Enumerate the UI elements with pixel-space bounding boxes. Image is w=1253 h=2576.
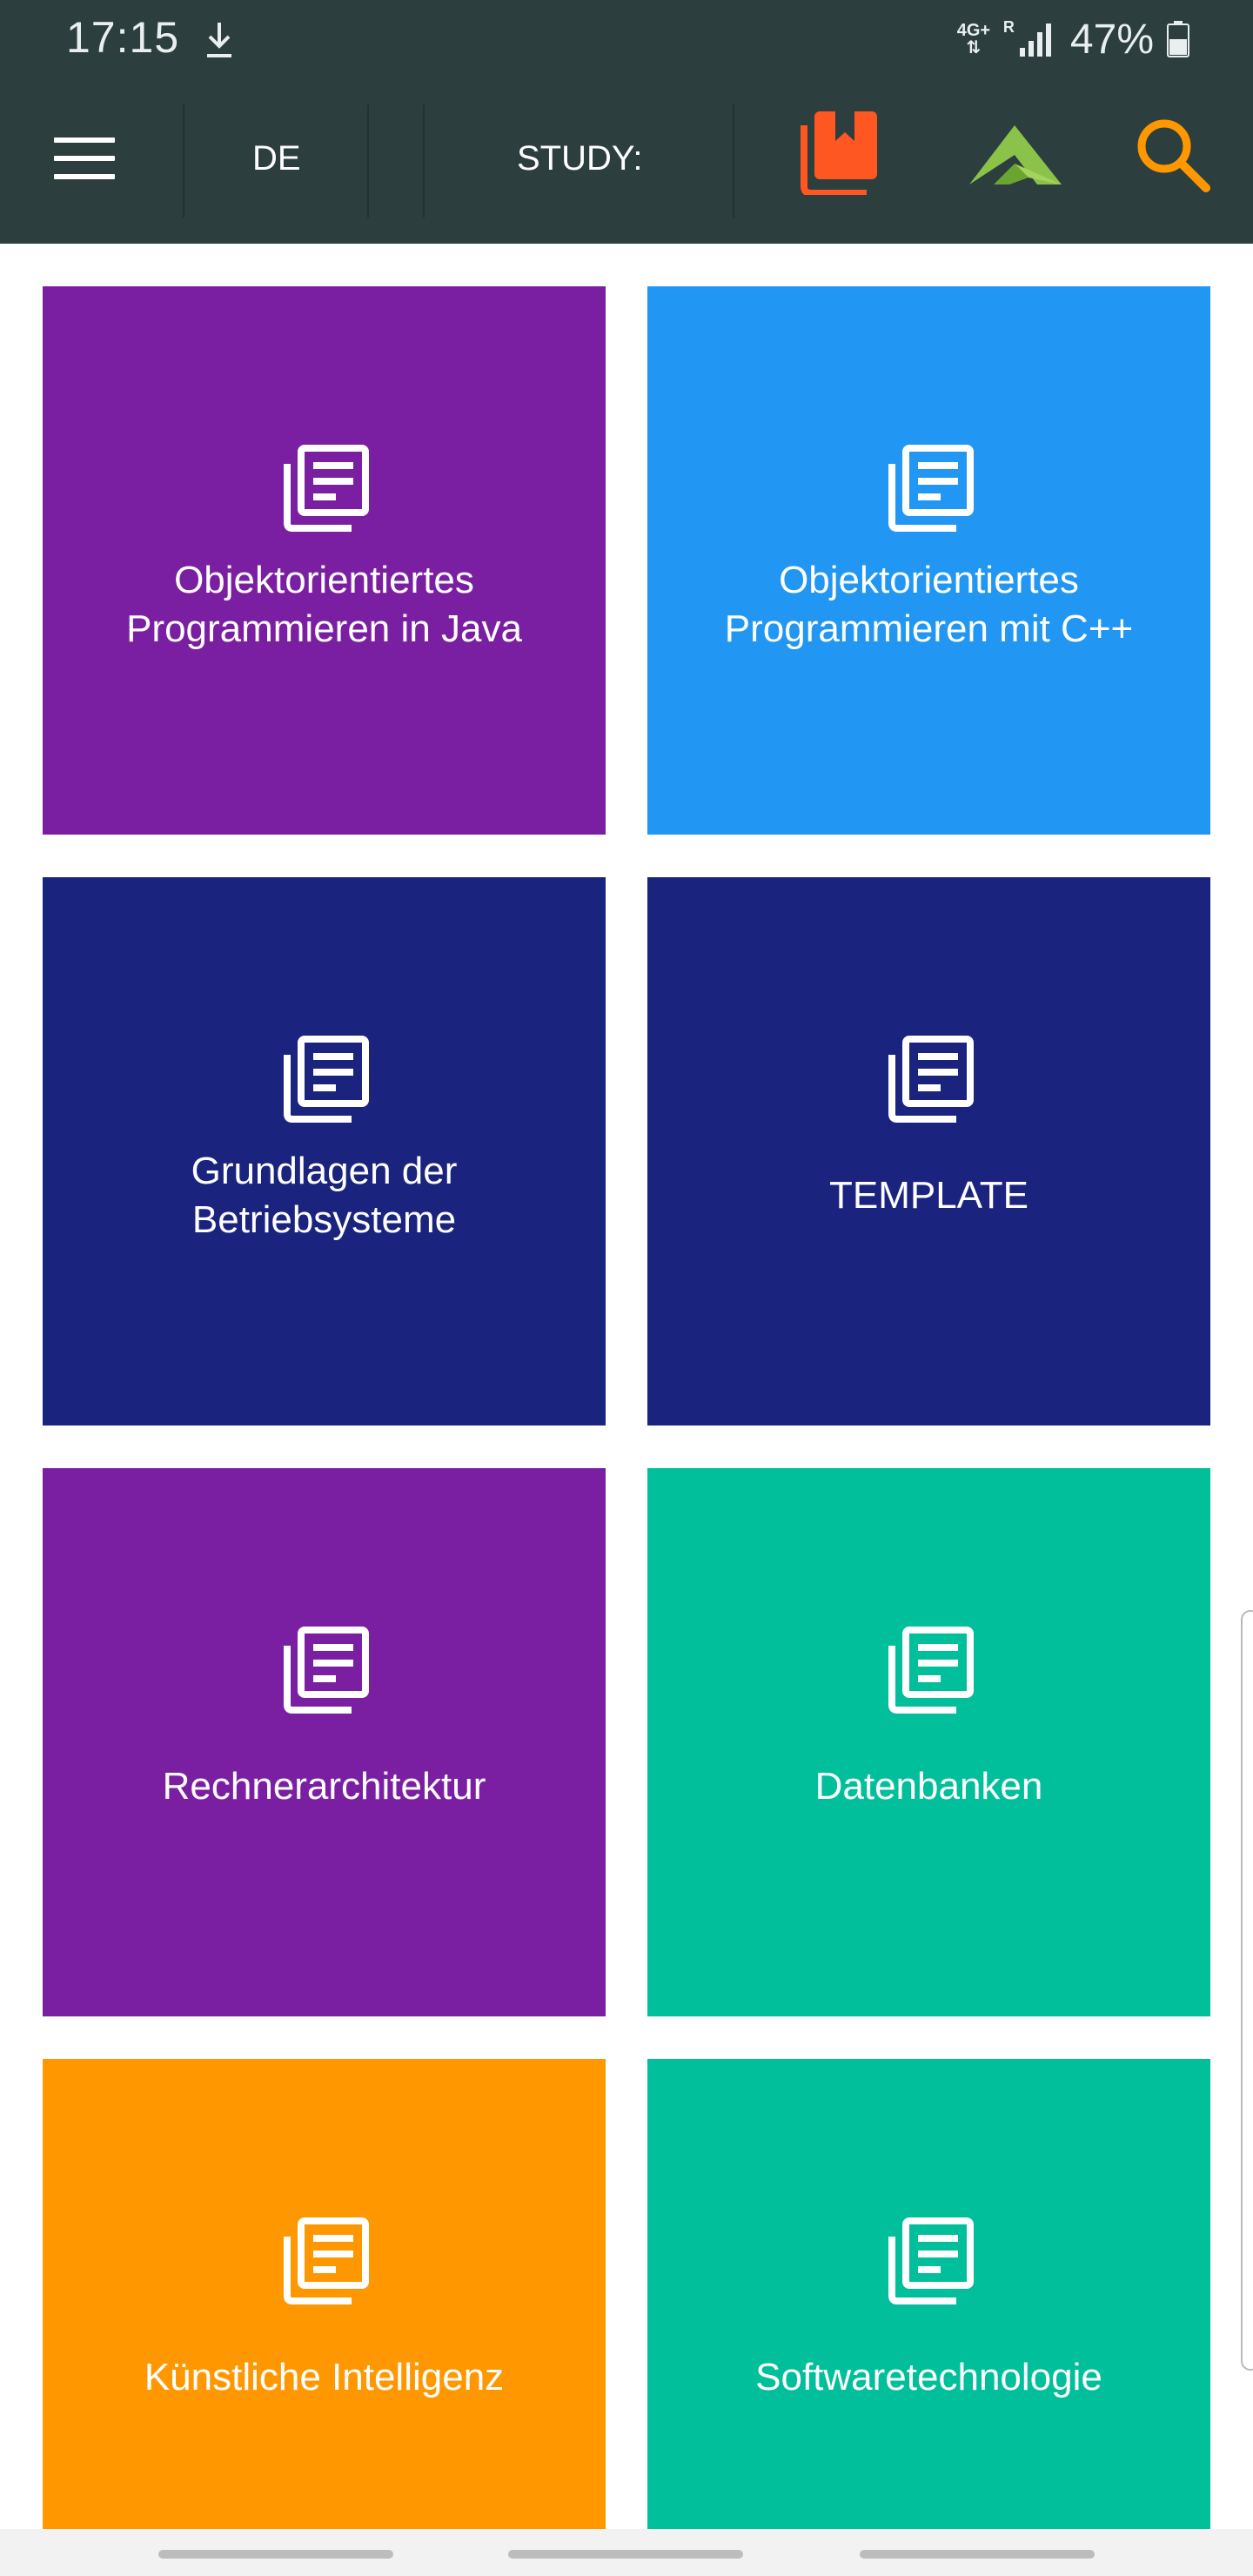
network-type: 4G+ ⇅ [956,21,991,57]
nav-home[interactable] [508,2550,743,2559]
course-title: Künstliche Intelligenz [144,2356,505,2398]
book-icon[interactable] [801,110,881,195]
language-selector[interactable]: DE [252,139,301,178]
course-title: Objektorientiertes Programmieren mit C++ [724,559,1134,650]
course-tile[interactable]: Softwaretechnologie [647,2059,1210,2529]
search-icon[interactable] [1133,115,1211,193]
course-tile[interactable]: Künstliche Intelligenz [43,2059,606,2529]
document-list-icon [888,2217,974,2304]
course-tile[interactable]: TEMPLATE [647,877,1210,1426]
app-logo-icon[interactable] [968,124,1063,188]
course-tile[interactable]: Objektorientiertes Programmieren mit C++ [647,286,1210,835]
signal-icon [1019,23,1051,57]
document-list-icon [284,1627,369,1714]
course-title: Rechnerarchitektur [162,1765,486,1808]
app-toolbar: DE STUDY: [0,78,1253,244]
document-list-icon [284,445,369,532]
course-tile[interactable]: Objektorientiertes Programmieren in Java [43,286,606,835]
scrollbar[interactable] [1241,1610,1253,2371]
course-title: Objektorientiertes Programmieren in Java [126,559,522,650]
course-title: Grundlagen der Betriebsysteme [191,1150,458,1241]
roaming-indicator: R [1002,17,1015,36]
status-bar: 17:15 4G+ ⇅ R 47% [0,0,1253,78]
toolbar-divider [183,104,184,218]
course-tile[interactable]: Grundlagen der Betriebsysteme [43,877,606,1426]
navigation-bar [0,2529,1253,2576]
document-list-icon [888,1036,974,1123]
status-right: 4G+ ⇅ R 47% [956,9,1190,70]
menu-icon[interactable] [54,138,115,183]
toolbar-divider [367,104,369,218]
course-title: Datenbanken [814,1765,1043,1808]
course-tile[interactable]: Datenbanken [647,1468,1210,2016]
course-tile[interactable]: Rechnerarchitektur [43,1468,606,2016]
document-list-icon [284,1036,369,1123]
toolbar-divider [423,104,425,218]
course-title: TEMPLATE [828,1174,1029,1217]
document-list-icon [888,1627,974,1714]
toolbar-divider [733,104,734,218]
status-time: 17:15 [66,13,180,62]
study-selector[interactable]: STUDY: [517,139,642,178]
battery-percent: 47% [1069,16,1154,63]
nav-back[interactable] [860,2550,1095,2559]
nav-recent-apps[interactable] [158,2550,393,2559]
course-title: Softwaretechnologie [755,2356,1102,2398]
document-list-icon [888,445,974,532]
document-list-icon [284,2217,369,2304]
download-icon [207,23,231,57]
battery-icon [1167,21,1189,57]
